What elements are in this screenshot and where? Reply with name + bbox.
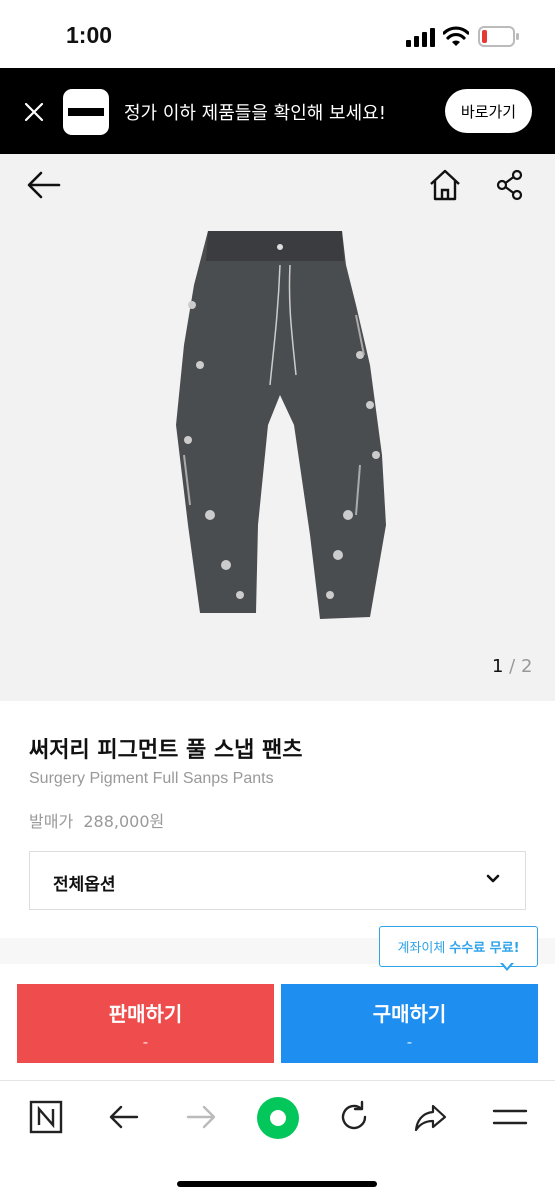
fee-free-tooltip: 계좌이체 수수료 무료! [379, 926, 538, 967]
share-icon[interactable] [495, 169, 525, 201]
sell-price: - [142, 1033, 149, 1051]
browser-forward-icon[interactable] [181, 1097, 221, 1137]
buy-price: - [406, 1033, 413, 1051]
battery-icon [478, 26, 519, 47]
product-image [176, 231, 386, 619]
menu-icon[interactable] [490, 1097, 530, 1137]
banner-go-button[interactable]: 바로가기 [445, 89, 532, 133]
buy-label: 구매하기 [372, 1002, 447, 1026]
chevron-down-icon [486, 874, 500, 883]
tooltip-tail-inner [502, 962, 512, 968]
banner-text: 정가 이하 제품들을 확인해 보세요! [124, 103, 386, 124]
product-title: 써저리 피그먼트 풀 스냅 팬츠 [29, 738, 303, 763]
app-logo [63, 89, 109, 135]
buy-button[interactable]: 구매하기 - [281, 984, 538, 1063]
refresh-icon[interactable] [334, 1097, 374, 1137]
browser-back-icon[interactable] [104, 1097, 144, 1137]
signal-icon [406, 28, 435, 47]
sell-button[interactable]: 판매하기 - [17, 984, 274, 1063]
naver-n-icon[interactable] [26, 1097, 66, 1137]
tooltip-text: 계좌이체 [397, 941, 446, 956]
option-label: 전체옵션 [53, 875, 116, 895]
image-pager: 1 / 2 [492, 656, 532, 677]
price-value: 288,000원 [83, 812, 165, 831]
back-arrow-icon[interactable] [26, 170, 62, 200]
status-time: 1:00 [66, 22, 113, 48]
sell-label: 판매하기 [108, 1002, 183, 1026]
browser-share-icon[interactable] [411, 1097, 451, 1137]
release-price: 발매가 288,000원 [29, 808, 164, 832]
tooltip-emphasis: 수수료 무료! [449, 941, 520, 956]
home-indicator [177, 1181, 377, 1187]
close-icon[interactable] [22, 100, 46, 124]
price-label: 발매가 [29, 812, 74, 831]
wifi-icon [443, 26, 469, 46]
green-dot-icon[interactable] [256, 1096, 300, 1140]
home-icon[interactable] [428, 168, 462, 202]
pager-separator: / [503, 656, 521, 677]
pager-current: 1 [492, 656, 504, 677]
pager-total: 2 [520, 656, 533, 677]
product-subtitle: Surgery Pigment Full Sanps Pants [29, 770, 274, 787]
